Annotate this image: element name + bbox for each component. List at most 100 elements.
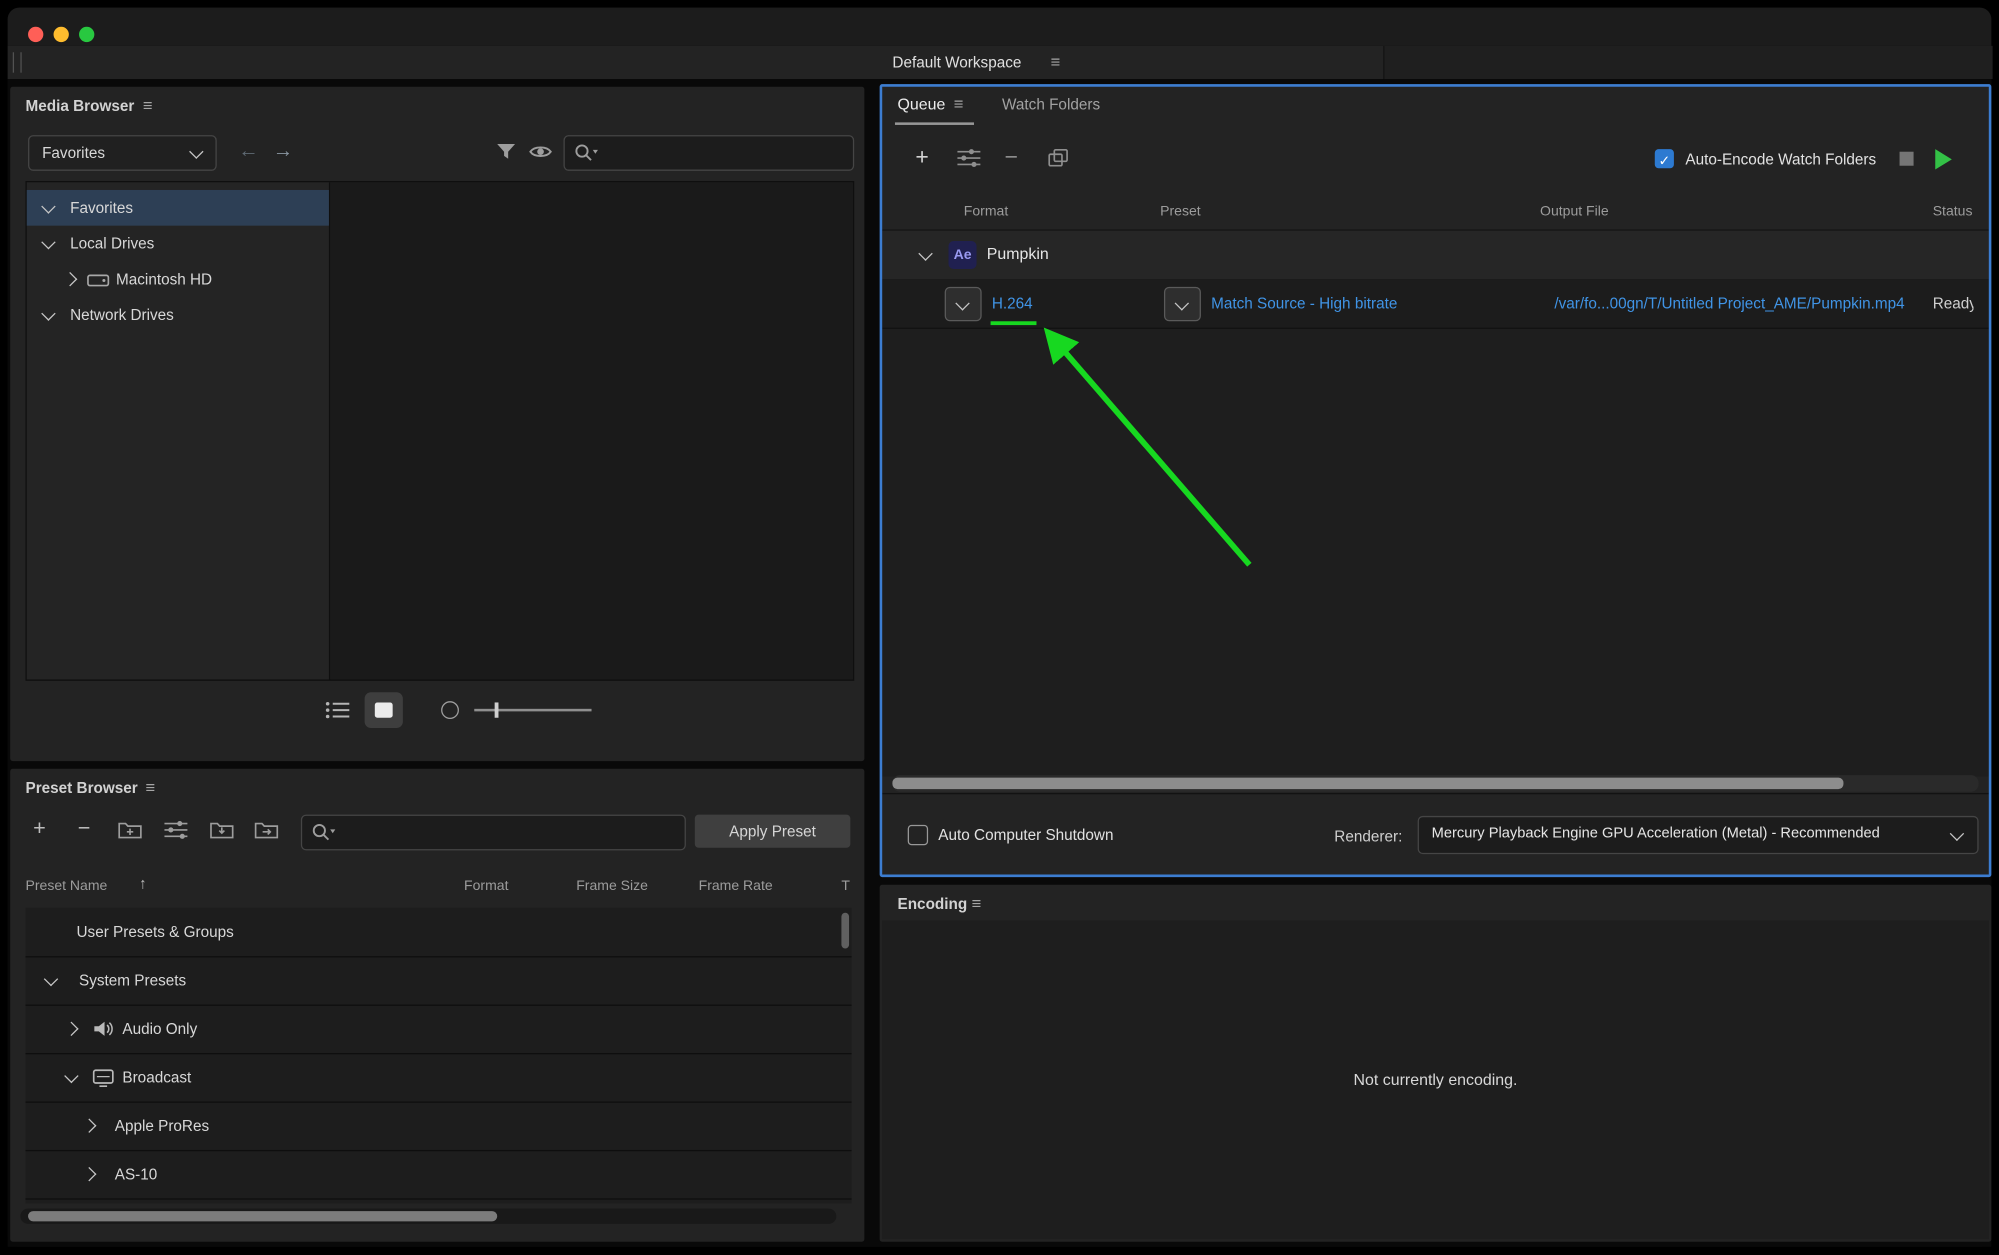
folder-tree: Favorites Local Drives Macintosh HD Netw… (26, 182, 331, 680)
add-output-button[interactable]: + (915, 145, 928, 168)
chevron-right-icon[interactable] (62, 271, 78, 287)
renderer-dropdown[interactable]: Mercury Playback Engine GPU Acceleration… (1417, 815, 1979, 855)
tree-item-macintosh-hd[interactable]: Macintosh HD (27, 261, 329, 297)
chevron-right-icon[interactable] (64, 1021, 79, 1037)
workspace-title[interactable]: Default Workspace (892, 54, 1021, 72)
column-format[interactable]: Format (464, 878, 508, 893)
chevron-right-icon[interactable] (82, 1118, 97, 1133)
duplicate-icon[interactable] (1045, 147, 1070, 170)
remove-output-button[interactable]: − (1005, 145, 1018, 168)
preset-search-field[interactable] (300, 814, 686, 851)
job-group-row[interactable]: Ae Pumpkin (882, 230, 1989, 281)
filter-icon[interactable] (493, 139, 518, 164)
apply-preset-button[interactable]: Apply Preset (694, 814, 851, 848)
output-file-link[interactable]: /var/fo...00gn/T/Untitled Project_AME/Pu… (1530, 294, 1904, 312)
forward-button[interactable]: → (273, 141, 293, 162)
column-truncated[interactable]: T (841, 878, 850, 893)
status-value: Ready (1932, 294, 1974, 313)
tree-item-favorites[interactable]: Favorites (26, 189, 329, 226)
tree-item-local-drives[interactable]: Local Drives (27, 226, 329, 262)
zoom-button[interactable] (79, 26, 95, 43)
auto-shutdown-label: Auto Computer Shutdown (938, 826, 1114, 844)
chevron-down-icon (189, 144, 204, 159)
thumbnail-view-button[interactable] (364, 692, 403, 728)
encoding-menu-icon[interactable]: ≡ (971, 895, 981, 912)
search-icon (312, 824, 336, 841)
job-output-row[interactable]: H.264 Match Source - High bitrate /var/f… (882, 279, 1989, 329)
minimize-button[interactable] (53, 26, 69, 43)
slider-thumb[interactable] (494, 702, 499, 718)
queue-settings-icon[interactable] (956, 148, 981, 168)
close-button[interactable] (28, 26, 44, 43)
queue-menu-icon[interactable]: ≡ (954, 96, 964, 113)
column-preset-name[interactable]: Preset Name (25, 878, 107, 893)
format-dropdown-button[interactable] (944, 286, 982, 322)
preset-row-label: System Presets (79, 971, 187, 990)
delete-preset-button[interactable]: − (78, 817, 91, 839)
thumbnail-size-slider[interactable] (474, 708, 592, 712)
new-group-folder-icon[interactable] (117, 820, 142, 840)
encoding-title[interactable]: Encoding (898, 895, 968, 913)
chevron-down-icon[interactable] (41, 199, 56, 214)
auto-shutdown-checkbox[interactable] (907, 824, 929, 846)
back-button[interactable]: ← (238, 141, 258, 162)
auto-encode-checkbox[interactable]: ✓ (1654, 149, 1674, 170)
media-content-pane (330, 182, 853, 680)
chevron-down-icon[interactable] (64, 1068, 79, 1084)
chevron-down-icon[interactable] (43, 971, 59, 987)
media-search-input[interactable] (597, 138, 851, 168)
column-frame-size[interactable]: Frame Size (576, 878, 648, 893)
list-view-button[interactable] (324, 697, 352, 722)
chevron-down-icon[interactable] (918, 246, 933, 261)
media-search-field[interactable] (563, 135, 855, 171)
list-item[interactable]: Audio Only (25, 1005, 852, 1055)
format-link[interactable]: H.264 (992, 294, 1033, 312)
stop-queue-button[interactable] (1899, 151, 1914, 166)
chevron-down-icon[interactable] (41, 235, 56, 250)
list-item[interactable]: Broadcast (25, 1053, 852, 1103)
preset-browser-menu-icon[interactable]: ≡ (145, 779, 155, 796)
active-tab-underline (894, 122, 975, 125)
preset-link[interactable]: Match Source - High bitrate (1211, 294, 1397, 312)
media-browser-menu-icon[interactable]: ≡ (143, 97, 153, 114)
auto-encode-label: Auto-Encode Watch Folders (1685, 150, 1877, 169)
media-browser-title[interactable]: Media Browser (25, 97, 134, 115)
create-preset-button[interactable]: + (33, 817, 46, 839)
preset-row-label: Audio Only (122, 1019, 198, 1038)
drive-icon (87, 274, 110, 287)
list-item[interactable]: System Presets (25, 956, 852, 1006)
tab-queue[interactable]: Queue (898, 96, 946, 114)
tab-watch-folders[interactable]: Watch Folders (1002, 96, 1100, 114)
workspace-tab-inactive-area (1383, 45, 1993, 80)
location-dropdown[interactable]: Favorites (28, 135, 217, 171)
workspace-bar: Default Workspace ≡ (7, 45, 1993, 80)
column-preset: Preset (1160, 203, 1201, 220)
preset-browser-panel: Preset Browser ≡ + − Apply Preset Preset… (10, 768, 865, 1242)
column-frame-rate[interactable]: Frame Rate (699, 878, 773, 893)
preset-browser-title[interactable]: Preset Browser (25, 779, 137, 797)
export-preset-folder-icon[interactable] (254, 820, 279, 840)
encoding-panel: Encoding ≡ Not currently encoding. (879, 884, 1992, 1242)
list-item[interactable]: Apple ProRes (25, 1101, 852, 1152)
chevron-right-icon[interactable] (82, 1166, 97, 1182)
search-icon (575, 144, 598, 161)
preset-search-input[interactable] (335, 818, 683, 847)
preset-settings-icon[interactable] (163, 820, 188, 840)
start-queue-button[interactable] (1935, 149, 1952, 170)
tree-item-label: Network Drives (70, 305, 174, 324)
horizontal-scrollbar-thumb[interactable] (28, 1211, 498, 1222)
panel-grip[interactable] (12, 52, 22, 73)
tree-item-network-drives[interactable]: Network Drives (27, 297, 329, 333)
renderer-label: Renderer: (1334, 827, 1403, 846)
horizontal-scrollbar-thumb[interactable] (892, 777, 1844, 790)
workspace-menu-icon[interactable]: ≡ (1050, 54, 1060, 71)
sort-ascending-icon[interactable]: ↑ (139, 876, 147, 891)
column-output-file: Output File (1540, 203, 1609, 220)
preset-dropdown-button[interactable] (1163, 286, 1201, 322)
chevron-down-icon[interactable] (41, 306, 56, 321)
list-item[interactable]: User Presets & Groups (25, 908, 852, 958)
vertical-scrollbar[interactable] (841, 912, 850, 949)
eye-icon[interactable] (528, 139, 553, 164)
import-preset-folder-icon[interactable] (209, 820, 234, 840)
list-item[interactable]: AS-10 (25, 1150, 852, 1200)
